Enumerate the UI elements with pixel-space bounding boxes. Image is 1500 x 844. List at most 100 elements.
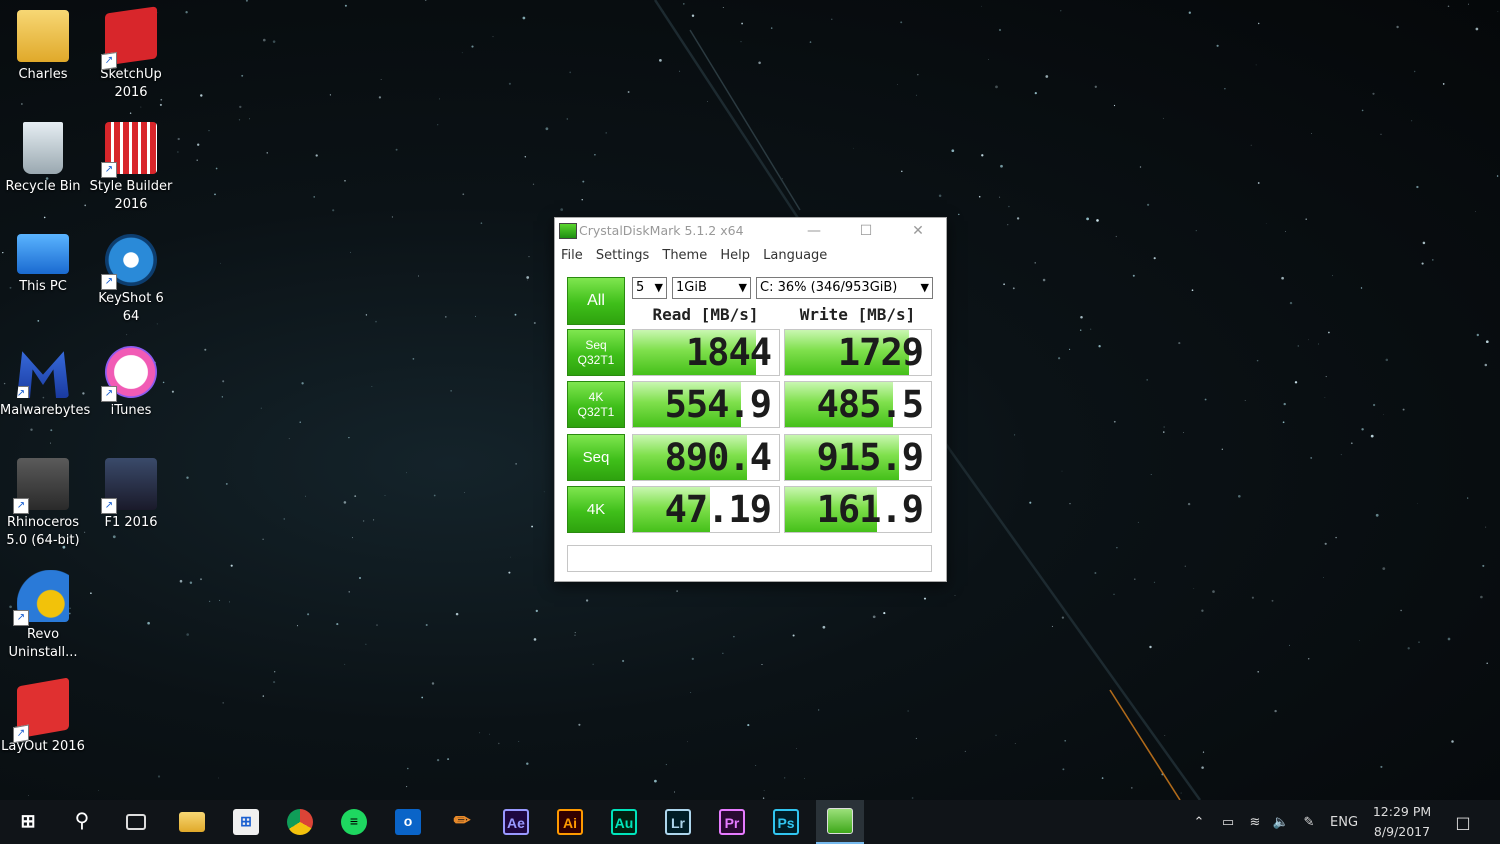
desktop-icon-malwarebytes[interactable]: ↗ Malwarebytes (0, 346, 90, 420)
test-button-label: 4K (588, 389, 604, 404)
desktop-icon-rhinoceros[interactable]: ↗ Rhinoceros 5.0 (64-bit) (0, 458, 86, 550)
star (1061, 616, 1065, 619)
star (627, 91, 630, 93)
spotify-icon: ≡ (341, 809, 367, 835)
minimize-button[interactable]: — (791, 218, 837, 244)
taskbar-audition[interactable]: Au (600, 800, 648, 844)
star (1380, 765, 1383, 768)
desktop-icon-layout[interactable]: ↗ LayOut 2016 (0, 677, 86, 756)
menu-settings[interactable]: Settings (596, 244, 649, 268)
test-button-row-1[interactable]: Seq Q32T1 (567, 329, 625, 376)
taskbar-crystaldiskmark[interactable] (816, 800, 864, 844)
desktop-icon-style-builder[interactable]: ↗ Style Builder 2016 (88, 122, 174, 214)
taskbar-photoshop[interactable]: Ps (762, 800, 810, 844)
desktop-icon-itunes[interactable]: ↗ iTunes (88, 346, 174, 420)
taskbar-file-explorer[interactable] (168, 800, 216, 844)
taskbar-search[interactable]: ⚲ (58, 800, 106, 844)
star (1029, 501, 1032, 504)
star (1195, 230, 1197, 232)
comment-box[interactable] (567, 545, 932, 572)
star (1139, 166, 1142, 168)
volume-icon[interactable]: 🔈 (1268, 815, 1294, 830)
test-count-select[interactable]: 5 ▼ (632, 277, 667, 299)
chevron-up-icon[interactable]: ⌃ (1188, 815, 1210, 830)
battery-icon[interactable]: ▭ (1214, 815, 1242, 830)
close-button[interactable]: ✕ (895, 218, 941, 244)
star (883, 612, 886, 615)
test-button-row-4[interactable]: 4K (567, 486, 625, 533)
star (222, 702, 224, 704)
test-size-select[interactable]: 1GiB ▼ (672, 277, 751, 299)
star (784, 777, 786, 779)
star (853, 147, 854, 149)
drive-select[interactable]: C: 36% (346/953GiB) ▼ (756, 277, 933, 299)
desktop-icon-recycle-bin[interactable]: Recycle Bin (0, 122, 86, 196)
star (1294, 381, 1298, 384)
star (412, 358, 415, 360)
star (406, 472, 407, 474)
taskbar-chrome[interactable] (276, 800, 324, 844)
pen-icon[interactable]: ✎ (1294, 815, 1324, 830)
desktop-icon-keyshot[interactable]: ↗ KeyShot 6 64 (88, 234, 174, 326)
language-indicator[interactable]: ENG (1330, 815, 1358, 830)
taskbar-start[interactable]: ⊞ (4, 800, 52, 844)
star (1283, 402, 1286, 406)
desktop-icon-sketchup[interactable]: ↗ SketchUp 2016 (88, 6, 174, 102)
star (425, 623, 428, 627)
taskbar-spotify[interactable]: ≡ (330, 800, 378, 844)
layout-icon: ↗ (13, 677, 69, 744)
shortcut-arrow-icon: ↗ (13, 498, 29, 514)
taskbar-lightroom[interactable]: Lr (654, 800, 702, 844)
taskbar-premiere[interactable]: Pr (708, 800, 756, 844)
star (1340, 454, 1342, 456)
wallpaper-streak (1109, 689, 1181, 800)
all-button[interactable]: All (567, 277, 625, 325)
star (1062, 768, 1065, 771)
store-icon: ⊞ (233, 809, 259, 835)
star (954, 595, 956, 596)
menu-language[interactable]: Language (763, 244, 827, 268)
star (354, 495, 357, 497)
test-size-value: 1GiB (676, 280, 707, 295)
menu-file[interactable]: File (561, 244, 583, 268)
star (585, 599, 589, 602)
star (126, 334, 128, 336)
clock[interactable]: 12:29 PM 8/9/2017 (1370, 800, 1434, 844)
star (998, 28, 1002, 32)
test-button-row-2[interactable]: 4K Q32T1 (567, 381, 625, 428)
notifications-icon[interactable]: □ (1450, 800, 1476, 844)
taskbar-illustrator[interactable]: Ai (546, 800, 594, 844)
menu-help[interactable]: Help (720, 244, 750, 268)
maximize-button[interactable]: ☐ (843, 218, 889, 244)
star (1282, 421, 1285, 424)
star (1361, 428, 1364, 431)
star (1375, 513, 1379, 517)
desktop-icon-this-pc[interactable]: This PC (0, 234, 86, 296)
star (1383, 413, 1384, 415)
star (204, 348, 207, 351)
taskbar-after-effects[interactable]: Ae (492, 800, 540, 844)
star (1184, 565, 1186, 567)
star (1468, 3, 1469, 5)
window-titlebar[interactable]: CrystalDiskMark 5.1.2 x64 — ☐ ✕ (555, 218, 946, 244)
star (1163, 431, 1165, 433)
f1-2016-icon: ↗ (101, 458, 157, 514)
star (450, 390, 452, 392)
test-button-row-3[interactable]: Seq (567, 434, 625, 481)
star (770, 27, 773, 29)
desktop-icon-user-folder[interactable]: Charles (0, 10, 86, 84)
taskbar-store[interactable]: ⊞ (222, 800, 270, 844)
star (112, 535, 116, 539)
star (200, 94, 203, 97)
taskbar-pencil[interactable]: ✏ (438, 800, 486, 844)
taskbar-task-view[interactable] (112, 800, 160, 844)
write-header: Write [MB/s] (799, 305, 916, 324)
clock-time: 12:29 PM (1372, 804, 1432, 819)
star (1034, 262, 1036, 264)
desktop-icon-revo-uninstaller[interactable]: ↗ Revo Uninstall... (0, 570, 86, 662)
wifi-icon[interactable]: ≋ (1242, 815, 1268, 830)
taskbar-outlook[interactable]: o (384, 800, 432, 844)
read-result-row-4: 47.19 (632, 486, 780, 533)
menu-theme[interactable]: Theme (662, 244, 707, 268)
desktop-icon-f1-2016[interactable]: ↗ F1 2016 (88, 458, 174, 532)
